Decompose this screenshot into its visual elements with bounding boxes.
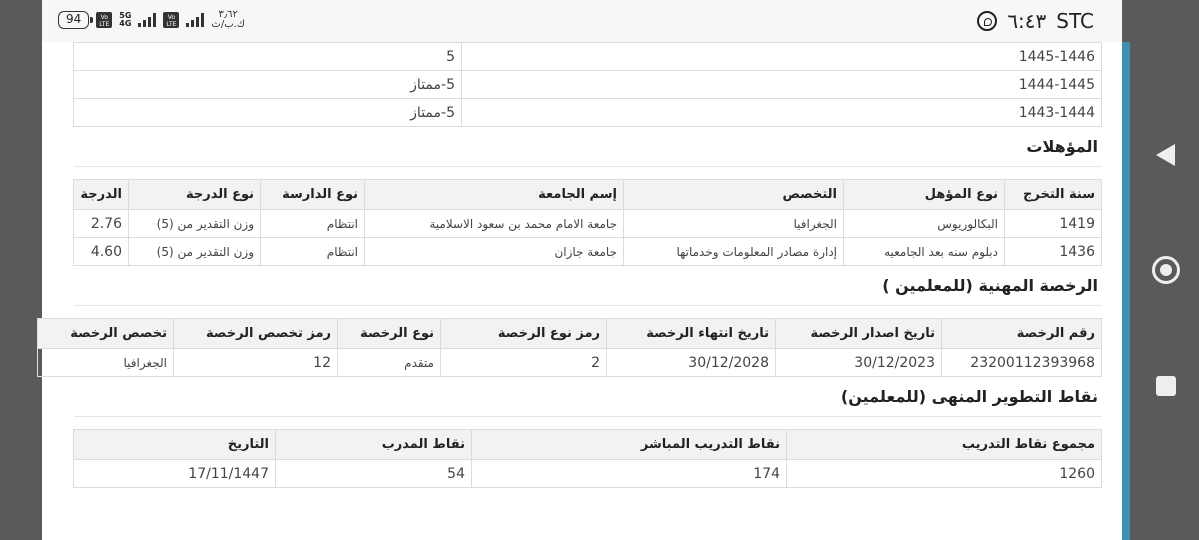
battery-icon: 94 [58, 11, 94, 29]
navigation-bar [1130, 0, 1199, 540]
table-cell: 1260 [786, 459, 1102, 488]
back-icon[interactable] [1156, 144, 1175, 166]
column-header: تاريخ اصدار الرخصة [775, 318, 942, 349]
home-icon[interactable] [1152, 256, 1180, 284]
column-header: إسم الجامعة [364, 179, 624, 210]
table-row: 1419 البكالوريوس الجغرافيا جامعة الامام محم… [73, 209, 1102, 238]
column-header: رمز تخصص الرخصة [173, 318, 338, 349]
status-right: ٦:٤٣ STC [977, 9, 1094, 33]
table-cell: وزن التقدير من (5) [128, 237, 261, 266]
table-cell: وزن التقدير من (5) [128, 209, 261, 238]
phone-screen: 94 Vo LTE 5G 4G Vo LTE ٣٫٦٢ ك.ب/ث ٦:٤٣ STC 1… [37, 0, 1130, 540]
development-table: مجموع نقاط التدريب نقاط التدريب المباشر نق… [73, 429, 1102, 488]
table-row: 1444-1445 5-ممتاز [73, 70, 1102, 99]
table-cell: جامعة الامام محمد بن سعود الاسلامية [364, 209, 624, 238]
table-cell: 30/12/2028 [606, 348, 776, 377]
column-header: مجموع نقاط التدريب [786, 429, 1102, 460]
year-cell: 1443-1444 [461, 98, 1102, 127]
column-header: نوع الرخصة [337, 318, 441, 349]
column-header: رمز نوع الرخصة [440, 318, 607, 349]
table-cell: الجغرافيا [623, 209, 844, 238]
table-cell: 17/11/1447 [73, 459, 276, 488]
table-row: 1445-1446 5 [73, 42, 1102, 71]
table-row: 1443-1444 5-ممتاز [73, 98, 1102, 127]
grade-cell: 5-ممتاز [73, 70, 462, 99]
table-row: 1436 دبلوم سنه بعد الجامعيه إدارة مصادر ال… [73, 237, 1102, 266]
years-table: 1445-1446 5 1444-1445 5-ممتاز 1443-1444 5-ممت… [73, 42, 1102, 127]
page-content: 1445-1446 5 1444-1445 5-ممتاز 1443-1444 5-ممت… [37, 42, 1102, 488]
table-cell: متقدم [337, 348, 441, 377]
table-cell: الجغرافيا [37, 348, 174, 377]
qualifications-table: سنة التخرج نوع المؤهل التخصص إسم الجامعة نوع… [73, 179, 1102, 266]
table-cell: البكالوريوس [843, 209, 1005, 238]
column-header: الدرجة [73, 179, 129, 210]
status-bar: 94 Vo LTE 5G 4G Vo LTE ٣٫٦٢ ك.ب/ث ٦:٤٣ STC [42, 0, 1122, 42]
right-accent-bar [1122, 42, 1130, 540]
license-table: رقم الرخصة تاريخ اصدار الرخصة تاريخ انتهاء… [37, 318, 1102, 377]
license-title: الرخصة المهنية (للمعلمين ) [74, 266, 1102, 306]
development-header-row: مجموع نقاط التدريب نقاط التدريب المباشر نق… [73, 429, 1102, 460]
table-row: 1260 174 54 17/11/1447 [73, 459, 1102, 488]
column-header: نوع المؤهل [843, 179, 1005, 210]
table-cell: 1419 [1004, 209, 1102, 238]
recent-apps-icon[interactable] [1156, 376, 1176, 396]
column-header: رقم الرخصة [941, 318, 1102, 349]
table-cell: 23200112393968 [941, 348, 1102, 377]
table-cell: 54 [275, 459, 472, 488]
carrier-name: STC [1056, 9, 1094, 33]
year-cell: 1444-1445 [461, 70, 1102, 99]
column-header: نقاط التدريب المباشر [471, 429, 787, 460]
table-cell: 4.60 [73, 237, 129, 266]
grade-cell: 5-ممتاز [73, 98, 462, 127]
table-row: 23200112393968 30/12/2023 30/12/2028 2 متقدم… [37, 348, 1102, 377]
column-header: نوع الدرجة [128, 179, 261, 210]
qualifications-title: المؤهلات [74, 127, 1102, 167]
table-cell: 2 [440, 348, 607, 377]
column-header: نوع الدارسة [260, 179, 365, 210]
grade-cell: 5 [73, 42, 462, 71]
table-cell: انتظام [260, 209, 365, 238]
column-header: نقاط المدرب [275, 429, 472, 460]
column-header: التاريخ [73, 429, 276, 460]
clock: ٦:٤٣ [1007, 9, 1047, 33]
table-cell: دبلوم سنه بعد الجامعيه [843, 237, 1005, 266]
column-header: تاريخ انتهاء الرخصة [606, 318, 776, 349]
table-cell: 12 [173, 348, 338, 377]
license-header-row: رقم الرخصة تاريخ اصدار الرخصة تاريخ انتهاء… [37, 318, 1102, 349]
table-cell: 174 [471, 459, 787, 488]
table-cell: 2.76 [73, 209, 129, 238]
table-cell: 1436 [1004, 237, 1102, 266]
qualifications-header-row: سنة التخرج نوع المؤهل التخصص إسم الجامعة نوع… [73, 179, 1102, 210]
network-type-label: 5G 4G [119, 11, 132, 28]
year-cell: 1445-1446 [461, 42, 1102, 71]
status-icons: 94 Vo LTE 5G 4G Vo LTE ٣٫٦٢ ك.ب/ث [58, 10, 245, 30]
whatsapp-icon [977, 11, 998, 31]
table-cell: 30/12/2023 [775, 348, 942, 377]
volte-icon-2: Vo LTE [163, 12, 180, 28]
volte-icon: Vo LTE [96, 12, 113, 28]
screen: 94 Vo LTE 5G 4G Vo LTE ٣٫٦٢ ك.ب/ث ٦:٤٣ STC 1… [0, 0, 1199, 540]
table-cell: إدارة مصادر المعلومات وخدماتها [623, 237, 844, 266]
column-header: تخصص الرخصة [37, 318, 174, 349]
signal-bars-icon [138, 13, 157, 27]
column-header: التخصص [623, 179, 844, 210]
development-title: نقاط التطوير المنهى (للمعلمين) [74, 377, 1102, 417]
table-cell: انتظام [260, 237, 365, 266]
network-speed: ٣٫٦٢ ك.ب/ث [211, 9, 246, 30]
column-header: سنة التخرج [1004, 179, 1102, 210]
table-cell: جامعة جازان [364, 237, 624, 266]
signal-bars-icon-2 [186, 13, 205, 27]
